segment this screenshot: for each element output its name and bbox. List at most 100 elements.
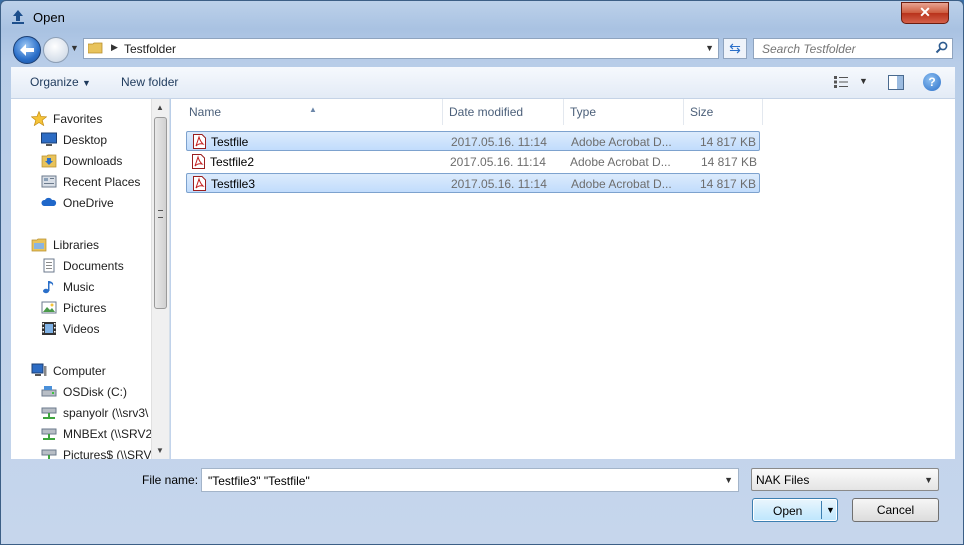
file-date: 2017.05.16. 11:14	[450, 155, 546, 169]
close-button[interactable]: ✕	[901, 2, 949, 24]
chevron-down-icon: ▼	[924, 475, 933, 485]
column-header-size[interactable]: Size	[684, 99, 762, 125]
file-size: 14 817 KB	[699, 135, 756, 149]
filetype-value: NAK Files	[756, 473, 810, 487]
column-header-type[interactable]: Type	[564, 99, 683, 125]
pictures-icon	[41, 301, 57, 314]
open-options-dropdown[interactable]: ▼	[826, 505, 835, 515]
organize-button[interactable]: Organize ▼	[30, 75, 91, 89]
file-date: 2017.05.16. 11:14	[451, 135, 547, 149]
nav-scrollbar[interactable]: ▲ ▼	[151, 99, 169, 459]
nav-label: OSDisk (C:)	[63, 385, 127, 399]
nav-label: Videos	[63, 322, 100, 336]
address-dropdown[interactable]: ▼	[705, 43, 714, 53]
view-options-dropdown[interactable]: ▼	[859, 76, 868, 86]
onedrive-icon	[41, 197, 57, 206]
file-type: Adobe Acrobat D...	[570, 155, 671, 169]
filename-input[interactable]	[206, 473, 710, 489]
command-bar: Organize ▼ New folder ▼ ?	[11, 67, 955, 99]
star-icon	[31, 111, 47, 126]
column-label: Size	[690, 105, 714, 119]
network-drive-icon	[41, 449, 57, 459]
scroll-down-icon[interactable]: ▼	[156, 446, 164, 455]
grip-icon	[158, 210, 163, 218]
disk-icon	[41, 386, 57, 397]
recent-places-icon	[41, 175, 57, 188]
column-label: Date modified	[449, 105, 524, 119]
filetype-select[interactable]: NAK Files ▼	[751, 468, 939, 491]
window-title: Open	[33, 10, 65, 25]
file-row[interactable]: Testfile2 2017.05.16. 11:14 Adobe Acroba…	[186, 152, 760, 172]
videos-icon	[42, 322, 56, 335]
title-bar: Open ✕	[1, 1, 963, 33]
file-name: Testfile3	[211, 177, 256, 191]
navigation-pane: Favorites Desktop Downloads Recent Place…	[11, 99, 170, 459]
nav-label: Recent Places	[63, 175, 141, 189]
organize-label: Organize	[30, 75, 79, 89]
file-date: 2017.05.16. 11:14	[451, 177, 547, 191]
scroll-thumb[interactable]	[154, 117, 167, 309]
documents-icon	[43, 258, 55, 273]
nav-label: Pictures	[63, 301, 107, 315]
network-drive-icon	[41, 407, 57, 419]
file-size: 14 817 KB	[699, 177, 756, 191]
change-view-icon[interactable]	[833, 75, 849, 89]
open-arrow-icon	[12, 10, 24, 24]
help-icon[interactable]: ?	[923, 73, 941, 91]
back-arrow-icon	[20, 44, 34, 56]
file-name: Testfile2	[210, 155, 255, 169]
music-icon	[43, 281, 54, 294]
network-drive-icon	[41, 428, 57, 440]
pdf-file-icon	[192, 154, 205, 169]
filename-dropdown[interactable]: ▼	[724, 475, 733, 485]
open-button[interactable]: Open ▼	[752, 498, 838, 522]
refresh-button[interactable]: ⇆	[723, 38, 747, 59]
column-label: Name	[189, 105, 222, 119]
file-type: Adobe Acrobat D...	[571, 135, 672, 149]
nav-label: Music	[63, 280, 95, 294]
file-type: Adobe Acrobat D...	[571, 177, 672, 191]
nav-label: Favorites	[53, 112, 103, 126]
desktop-icon	[41, 132, 57, 146]
nav-label: OneDrive	[63, 196, 114, 210]
nav-label: Desktop	[63, 133, 108, 147]
nav-label: Libraries	[53, 238, 100, 252]
nav-label: MNBExt (\\SRV2)	[63, 427, 157, 441]
folder-icon	[88, 42, 103, 54]
back-button[interactable]	[13, 36, 41, 64]
file-size: 14 817 KB	[700, 155, 757, 169]
recent-locations-dropdown[interactable]: ▼	[70, 43, 79, 53]
downloads-icon	[41, 154, 57, 168]
filename-label: File name:	[142, 473, 199, 487]
filename-combobox[interactable]: ▼	[201, 468, 739, 492]
column-header-date[interactable]: Date modified	[443, 99, 563, 125]
computer-icon	[31, 363, 47, 376]
file-row[interactable]: Testfile 2017.05.16. 11:14 Adobe Acrobat…	[186, 131, 760, 151]
breadcrumb-chevron-icon[interactable]: ▶	[111, 42, 118, 53]
column-header-name[interactable]: Name ▲	[171, 99, 442, 125]
file-name: Testfile	[211, 135, 249, 149]
cancel-button[interactable]: Cancel	[852, 498, 939, 522]
scroll-up-icon[interactable]: ▲	[156, 103, 164, 112]
forward-button[interactable]	[43, 37, 69, 63]
nav-label: Pictures$ (\\SRV5	[63, 448, 159, 459]
column-label: Type	[570, 105, 597, 119]
column-divider[interactable]	[762, 99, 763, 125]
file-row[interactable]: Testfile3 2017.05.16. 11:14 Adobe Acroba…	[186, 173, 760, 193]
search-box[interactable]	[753, 38, 953, 59]
open-dialog: Open ✕ ▼ ▶ Testfolder ▼ ⇆ Organize ▼ New…	[0, 0, 964, 545]
file-list: Name ▲ Date modified Type Size Testfile …	[171, 99, 955, 459]
preview-pane-icon[interactable]	[888, 75, 904, 90]
new-folder-button[interactable]: New folder	[121, 75, 178, 89]
open-button-label: Open	[773, 504, 803, 518]
nav-label: Computer	[53, 364, 106, 378]
pdf-file-icon	[193, 134, 206, 149]
split-divider	[821, 501, 822, 519]
breadcrumb-testfolder[interactable]: Testfolder	[124, 42, 176, 56]
pdf-file-icon	[193, 176, 206, 191]
libraries-icon	[31, 238, 47, 252]
nav-label: Downloads	[63, 154, 123, 168]
address-bar[interactable]: ▶ Testfolder ▼	[83, 38, 719, 59]
sort-ascending-icon: ▲	[309, 105, 317, 114]
search-input[interactable]	[760, 41, 934, 57]
